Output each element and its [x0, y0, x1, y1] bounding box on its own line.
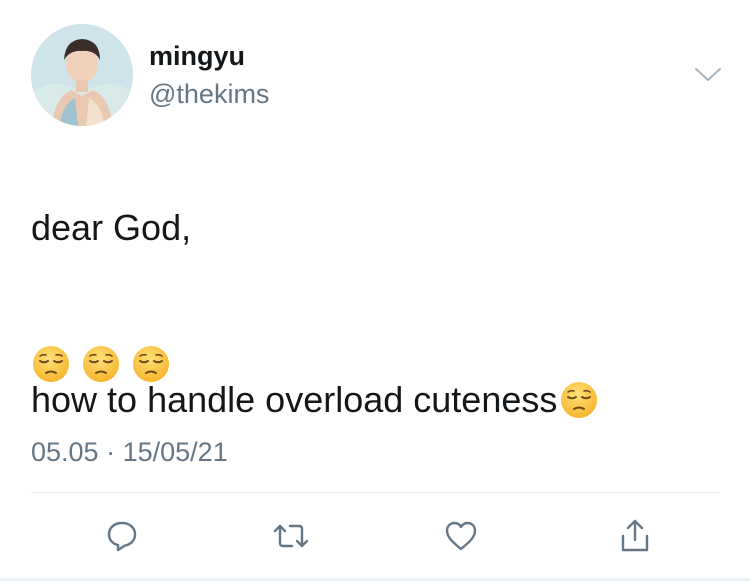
- tweet-card: mingyu @thekims dear God, how to handle …: [0, 0, 750, 581]
- emoji-row: [31, 344, 181, 388]
- retweet-button[interactable]: [271, 516, 311, 556]
- timestamp-separator: ·: [106, 437, 116, 467]
- tweet-text: dear God, how to handle overload cutenes…: [31, 163, 721, 464]
- like-icon: [445, 521, 477, 551]
- reply-button[interactable]: [102, 516, 142, 556]
- tweet-time: 05.05: [31, 437, 99, 467]
- tweet-menu-button[interactable]: [692, 62, 724, 86]
- avatar-photo-icon: [31, 24, 133, 126]
- pensive-face-icon: [561, 382, 598, 418]
- divider: [31, 492, 720, 493]
- user-handle[interactable]: @thekims: [149, 78, 269, 110]
- pensive-face-icon: [33, 346, 69, 382]
- pensive-face-icon: [83, 346, 119, 382]
- avatar[interactable]: [31, 24, 133, 126]
- share-button[interactable]: [615, 516, 655, 556]
- chevron-down-icon: [694, 67, 722, 82]
- tweet-text-line: dear God,: [31, 207, 192, 248]
- share-icon: [621, 519, 649, 552]
- tweet-timestamp[interactable]: 05.05 · 15/05/21: [31, 436, 228, 468]
- tweet-date: 15/05/21: [122, 437, 228, 467]
- pensive-face-icon: [133, 346, 169, 382]
- like-button[interactable]: [441, 516, 481, 556]
- retweet-icon: [273, 524, 309, 548]
- display-name[interactable]: mingyu: [149, 40, 245, 72]
- reply-icon: [107, 521, 137, 552]
